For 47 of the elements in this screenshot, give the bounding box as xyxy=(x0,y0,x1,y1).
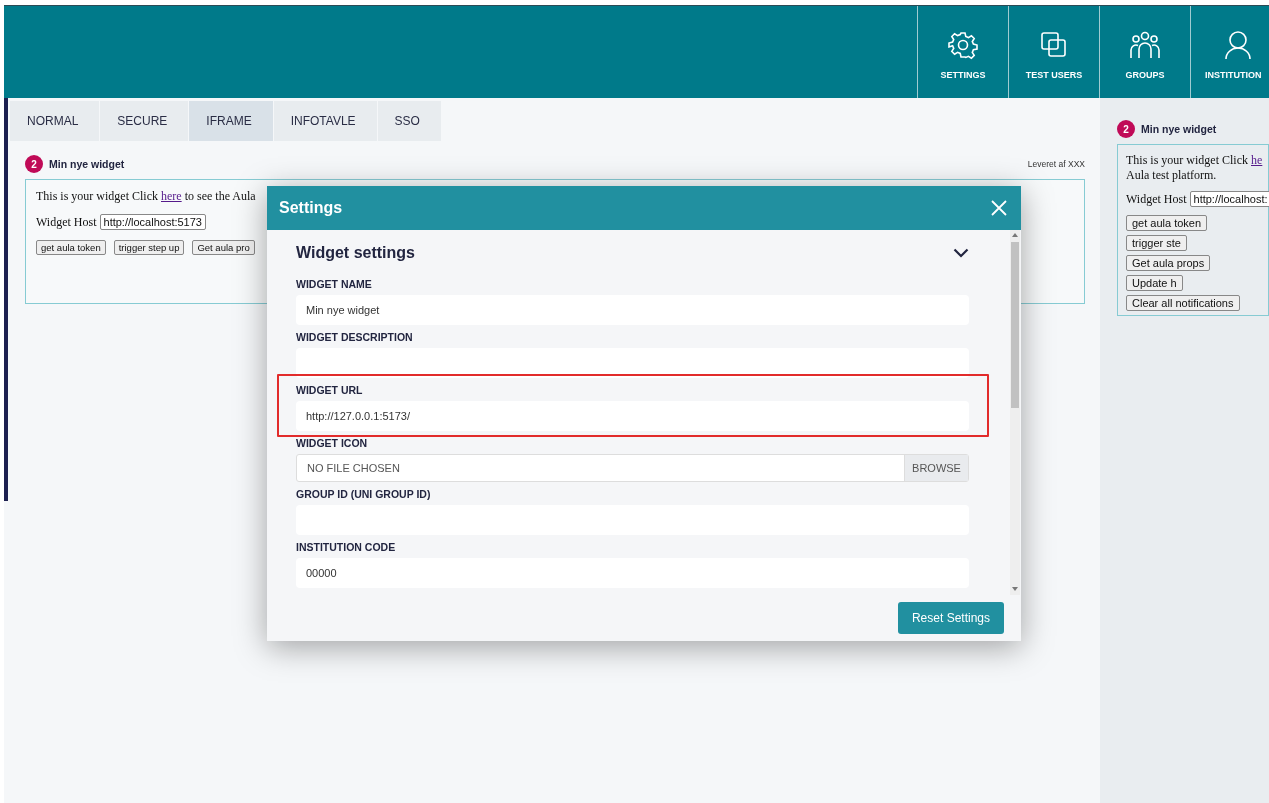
group-icon xyxy=(1130,30,1160,60)
input-field[interactable]: Min nye widget xyxy=(296,295,969,325)
field-label: GROUP ID (UNI GROUP ID) xyxy=(296,488,432,500)
input-field[interactable]: 00000 xyxy=(296,558,969,588)
host-input[interactable]: http://localhost:5173 xyxy=(99,214,206,230)
count-badge: 2 xyxy=(25,155,43,173)
widget-button[interactable]: Clear all notifications xyxy=(1126,295,1240,311)
tab[interactable]: IFRAME xyxy=(189,101,273,141)
reset-button[interactable]: Reset Settings xyxy=(897,602,1004,634)
link[interactable]: he xyxy=(1251,153,1263,167)
scroll-down-icon xyxy=(1012,587,1018,591)
tab[interactable]: SECURE xyxy=(100,101,189,141)
tab[interactable]: INFOTAVLE xyxy=(273,101,377,141)
widget-button[interactable]: trigger ste xyxy=(1126,235,1187,251)
field-label: WIDGET URL xyxy=(296,384,364,396)
overlapping-squares-icon xyxy=(1039,30,1069,60)
widget-button[interactable]: get aula token xyxy=(36,240,106,255)
chevron-down-icon[interactable] xyxy=(953,248,969,258)
widget-button[interactable]: get aula token xyxy=(1126,215,1208,231)
field-label: WIDGET ICON xyxy=(296,437,369,449)
link[interactable]: here xyxy=(161,189,182,203)
input-field[interactable] xyxy=(296,348,969,378)
dialog-title: Settings xyxy=(279,199,343,217)
field-label: WIDGET DESCRIPTION xyxy=(296,331,414,343)
host-label: Widget Host xyxy=(36,214,97,230)
widget-title: Min nye widget xyxy=(49,158,125,170)
user-icon xyxy=(1223,30,1253,60)
field-label: INSTITUTION CODE xyxy=(296,541,397,553)
section-title: Widget settings xyxy=(296,244,415,262)
tab[interactable]: SSO xyxy=(377,101,441,141)
widget-button[interactable]: Update h xyxy=(1126,275,1183,291)
widget-button[interactable]: Get aula props xyxy=(1126,255,1211,271)
provider-text: Leveret af XXX xyxy=(1027,159,1085,169)
host-label: Widget Host xyxy=(1126,191,1187,207)
tab[interactable]: NORMAL xyxy=(10,101,100,141)
widget-title: Min nye widget xyxy=(1141,123,1217,135)
host-input[interactable]: http://localhost: xyxy=(1189,191,1269,207)
input-field[interactable]: http://127.0.0.1:5173/ xyxy=(296,401,969,431)
widget-text: This is your widget Click he Aula test platform. xyxy=(1126,153,1264,183)
close-icon[interactable] xyxy=(991,200,1007,216)
widget-button[interactable]: Get aula pro xyxy=(192,240,255,255)
gear-icon xyxy=(948,30,978,60)
scroll-up-icon xyxy=(1012,233,1018,237)
scrollbar[interactable] xyxy=(1010,230,1020,595)
field-label: WIDGET NAME xyxy=(296,278,373,290)
widget-button[interactable]: trigger step up xyxy=(113,240,185,255)
count-badge: 2 xyxy=(1117,120,1135,138)
